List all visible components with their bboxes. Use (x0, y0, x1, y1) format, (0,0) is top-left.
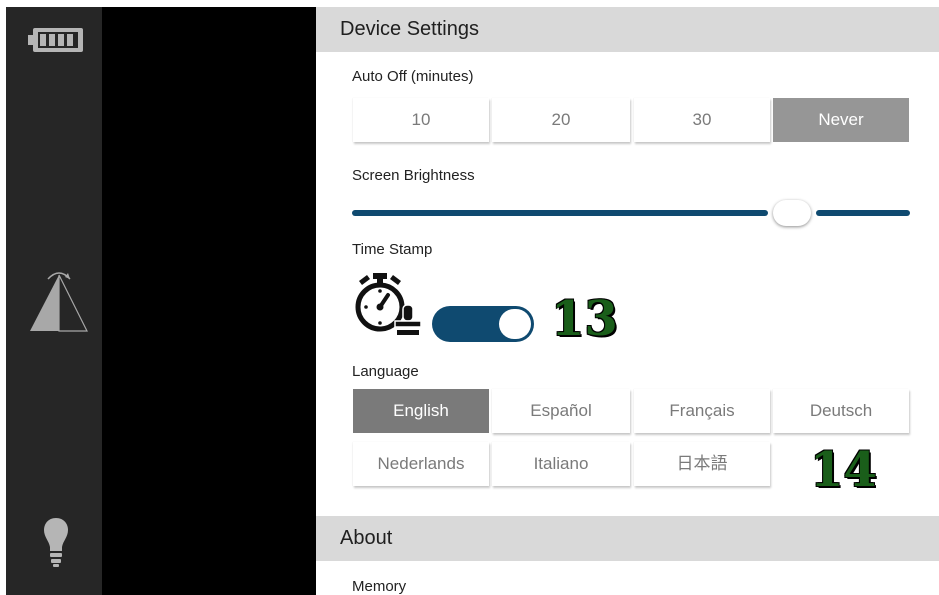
memory-label: Memory (352, 578, 407, 595)
auto-off-label: Auto Off (minutes) (352, 68, 474, 85)
language-label: Language (352, 363, 419, 380)
language-deutsch[interactable]: Deutsch (773, 389, 909, 433)
auto-off-option-30[interactable]: 30 (634, 98, 770, 142)
about-header: About (316, 516, 939, 561)
battery-icon[interactable] (28, 27, 84, 53)
language-japanese[interactable]: 日本語 (634, 442, 770, 486)
preview-panel (102, 7, 316, 595)
app-frame: Device Settings Auto Off (minutes) 10 20… (0, 0, 939, 595)
language-francais[interactable]: Français (634, 389, 770, 433)
language-english[interactable]: English (353, 389, 489, 433)
view-angle-icon[interactable] (28, 267, 88, 337)
annotation-14: 14 (810, 442, 877, 498)
screen-brightness-label: Screen Brightness (352, 167, 475, 184)
language-espanol[interactable]: Español (492, 389, 630, 433)
auto-off-option-10[interactable]: 10 (353, 98, 489, 142)
auto-off-option-never[interactable]: Never (773, 98, 909, 142)
language-nederlands[interactable]: Nederlands (353, 442, 489, 486)
time-stamp-label: Time Stamp (352, 241, 433, 258)
language-italiano[interactable]: Italiano (492, 442, 630, 486)
time-stamp-toggle[interactable] (432, 306, 534, 342)
stopwatch-stamp-icon (355, 273, 422, 335)
side-rail (6, 7, 102, 595)
annotation-13: 13 (551, 291, 618, 347)
lightbulb-icon[interactable] (43, 517, 69, 569)
toggle-knob (499, 309, 531, 339)
device-settings-header: Device Settings (316, 7, 939, 52)
auto-off-option-20[interactable]: 20 (492, 98, 630, 142)
slider-track-filled (352, 210, 768, 216)
settings-panel: Device Settings Auto Off (minutes) 10 20… (316, 7, 939, 595)
slider-thumb[interactable] (773, 200, 811, 226)
slider-track-rest (816, 210, 910, 216)
brightness-slider[interactable] (352, 193, 910, 233)
